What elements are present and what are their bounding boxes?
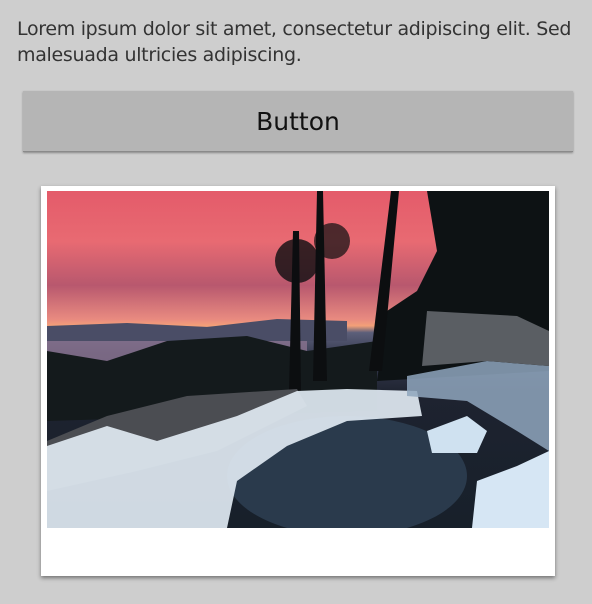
landscape-photo: [47, 191, 549, 528]
description-text: Lorem ipsum dolor sit amet, consectetur …: [17, 18, 572, 66]
image-card: [41, 186, 555, 576]
photo-illustration: [47, 191, 549, 528]
main-button[interactable]: Button: [23, 91, 573, 152]
